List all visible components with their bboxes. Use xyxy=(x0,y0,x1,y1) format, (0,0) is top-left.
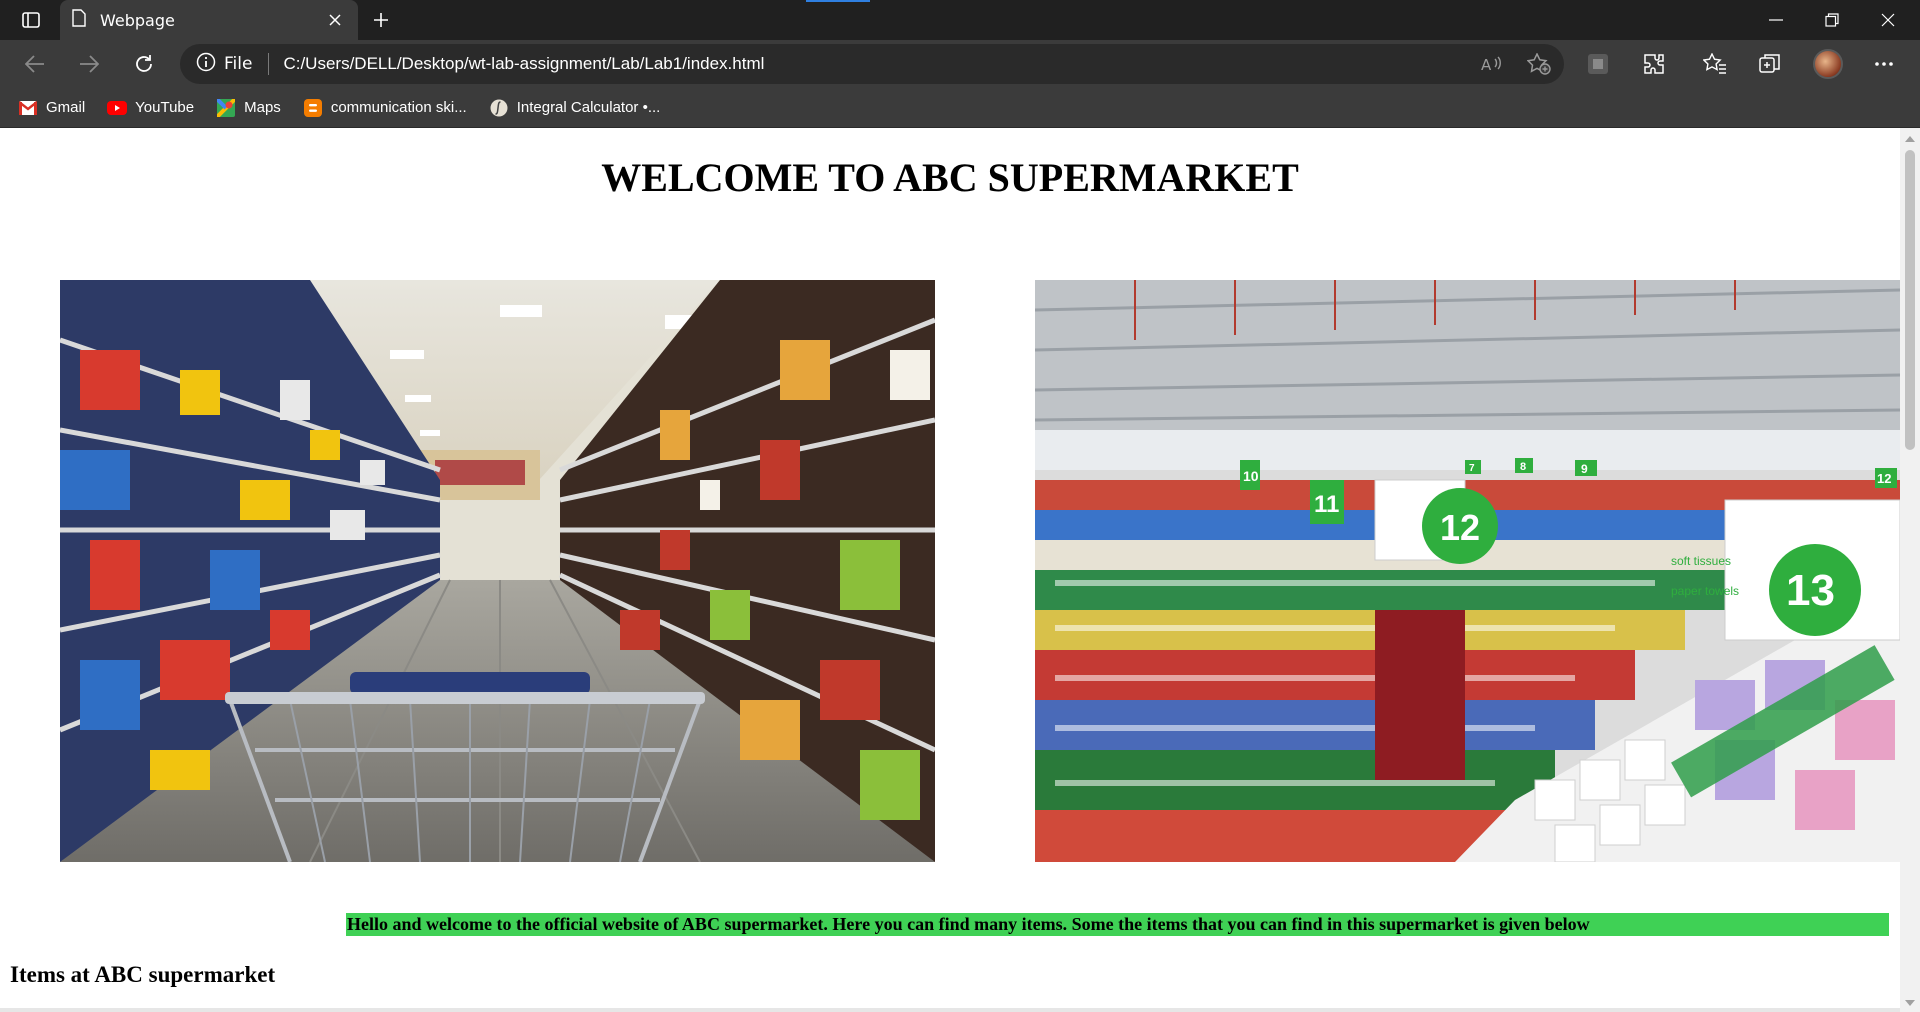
url-text[interactable]: C:/Users/DELL/Desktop/wt-lab-assignment/… xyxy=(283,54,764,74)
scroll-up-arrow-icon[interactable] xyxy=(1900,132,1920,146)
bookmarks-bar: Gmail YouTube Maps communication ski... … xyxy=(0,88,1920,128)
calculator-icon xyxy=(489,99,509,117)
page-title: WELCOME TO ABC SUPERMARKET xyxy=(601,155,1299,200)
close-window-button[interactable] xyxy=(1860,0,1916,40)
tab-title: Webpage xyxy=(100,10,175,30)
bookmark-label: Gmail xyxy=(46,99,86,116)
aisle-sign: 11 xyxy=(1314,491,1339,518)
address-bar[interactable]: File C:/Users/DELL/Desktop/wt-lab-assign… xyxy=(180,44,1564,84)
bookmark-youtube[interactable]: YouTube xyxy=(107,99,194,117)
browser-toolbar: File C:/Users/DELL/Desktop/wt-lab-assign… xyxy=(0,40,1920,88)
collections-icon[interactable] xyxy=(1752,48,1788,80)
address-separator xyxy=(268,53,270,75)
sign-text: paper towels xyxy=(1671,584,1739,598)
back-button[interactable] xyxy=(18,48,52,80)
aisle-sign: 10 xyxy=(1243,468,1259,484)
minimize-button[interactable] xyxy=(1748,0,1804,40)
scheme-label: File xyxy=(224,54,253,74)
bookmark-integral-calculator[interactable]: Integral Calculator •... xyxy=(489,99,661,117)
refresh-button[interactable] xyxy=(127,48,161,80)
vertical-scrollbar[interactable] xyxy=(1900,128,1920,1012)
favorites-icon[interactable] xyxy=(1697,48,1733,80)
extensions-icon[interactable] xyxy=(1636,48,1672,80)
aisle-sign: 9 xyxy=(1581,462,1588,476)
aisle-sign: 13 xyxy=(1786,566,1835,615)
focus-indicator xyxy=(806,0,870,2)
site-info-button[interactable]: File xyxy=(196,52,252,77)
page-viewport: WELCOME TO ABC SUPERMARKET 12 13 11 10 1… xyxy=(0,128,1920,1012)
page-icon xyxy=(72,9,86,31)
restore-button[interactable] xyxy=(1804,0,1860,40)
aisle-sign: 12 xyxy=(1877,471,1891,486)
read-aloud-icon[interactable]: A xyxy=(1476,50,1506,78)
aisle-photo xyxy=(60,280,935,862)
scroll-thumb[interactable] xyxy=(1905,150,1915,450)
welcome-banner: Hello and welcome to the official websit… xyxy=(346,913,1889,936)
profile-avatar[interactable] xyxy=(1810,48,1846,80)
browser-title-bar: Webpage xyxy=(0,0,1920,40)
bookmark-label: YouTube xyxy=(135,99,195,116)
more-options-icon[interactable] xyxy=(1866,48,1902,80)
info-icon xyxy=(196,52,216,77)
bookmark-label: Integral Calculator •... xyxy=(516,99,661,116)
bookmark-maps[interactable]: Maps xyxy=(216,98,281,117)
extension-app-icon[interactable] xyxy=(1580,48,1616,80)
blogger-icon xyxy=(303,98,323,117)
sign-text: soft tissues xyxy=(1671,554,1731,568)
add-favorite-icon[interactable] xyxy=(1524,50,1554,78)
store-overview-photo: 12 13 11 10 12 9 8 7 soft tissues paper … xyxy=(1035,280,1900,862)
youtube-icon xyxy=(107,99,128,117)
browser-tab[interactable]: Webpage xyxy=(60,0,358,40)
bookmark-gmail[interactable]: Gmail xyxy=(18,99,85,117)
items-heading: Items at ABC supermarket xyxy=(10,962,276,987)
close-tab-icon[interactable] xyxy=(324,9,346,31)
forward-button[interactable] xyxy=(72,48,106,80)
horizontal-scrollbar[interactable] xyxy=(0,1008,1900,1012)
tab-actions-icon[interactable] xyxy=(14,8,48,32)
new-tab-button[interactable] xyxy=(366,7,396,33)
maps-icon xyxy=(216,98,236,117)
scroll-down-arrow-icon[interactable] xyxy=(1900,996,1920,1010)
aisle-sign: 8 xyxy=(1520,461,1526,473)
bookmark-label: communication ski... xyxy=(330,99,467,116)
bookmark-communication[interactable]: communication ski... xyxy=(303,98,467,117)
avatar xyxy=(1813,49,1843,79)
bookmark-label: Maps xyxy=(244,99,281,116)
svg-text:A: A xyxy=(1481,56,1492,74)
aisle-sign: 12 xyxy=(1440,507,1480,548)
gmail-icon xyxy=(18,99,38,117)
aisle-sign: 7 xyxy=(1469,463,1475,474)
